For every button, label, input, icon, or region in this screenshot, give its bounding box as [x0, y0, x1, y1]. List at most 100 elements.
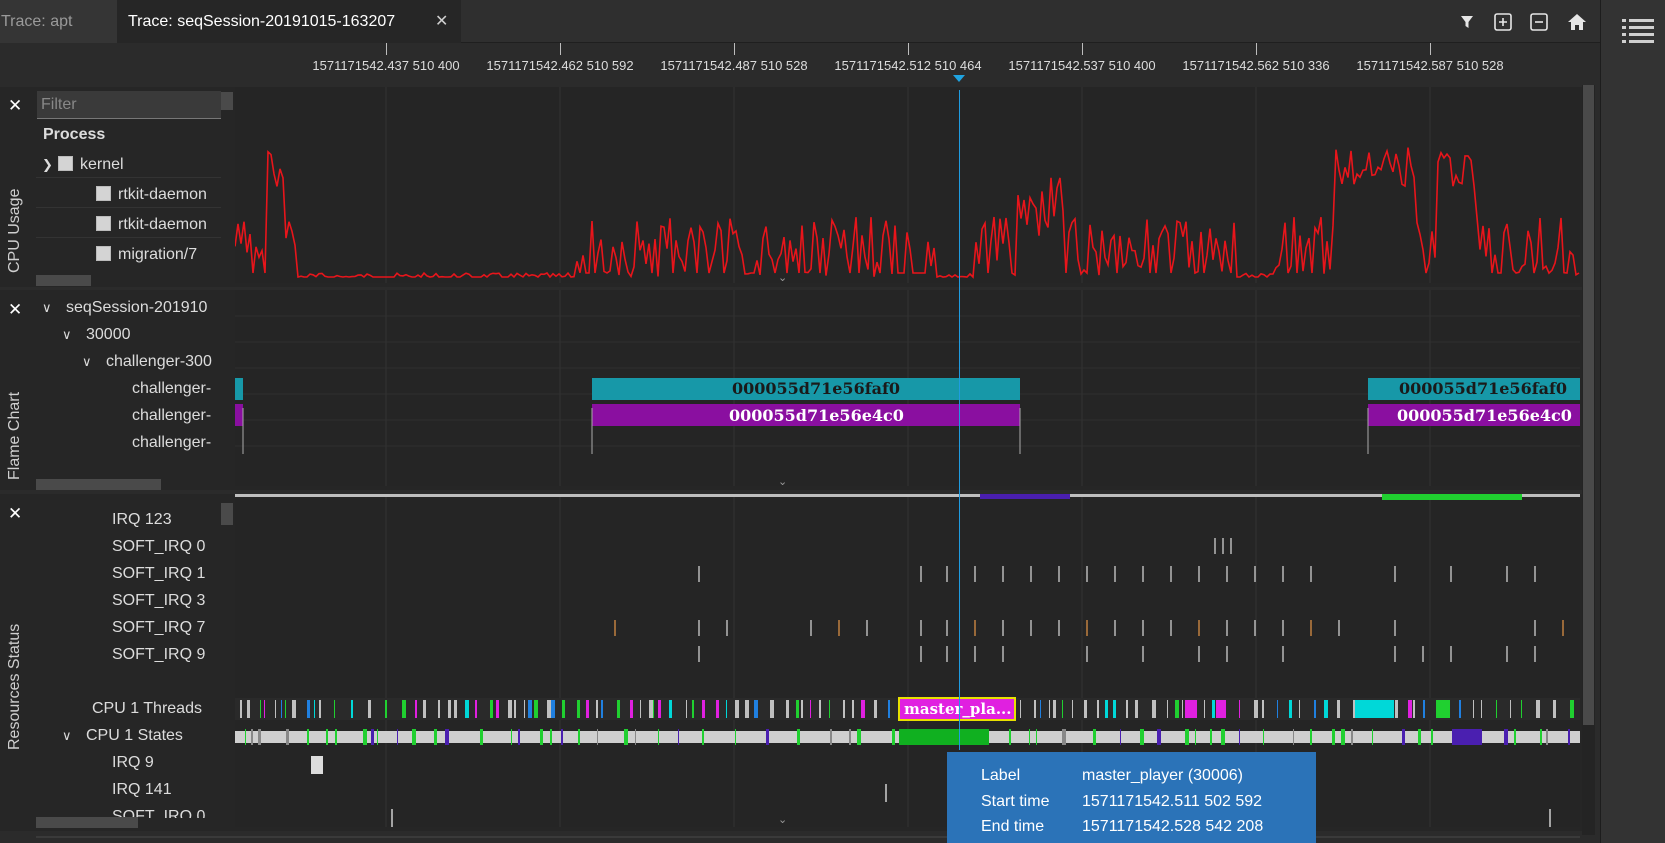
state-slice: [1239, 729, 1240, 745]
close-tab-icon[interactable]: ✕: [435, 0, 448, 43]
state-slice: [480, 729, 483, 745]
state-slice: [678, 729, 679, 745]
process-column-header[interactable]: Process: [36, 121, 221, 148]
thread-slice: [617, 700, 620, 718]
tree-horizontal-scrollbar[interactable]: [36, 817, 138, 828]
filter-icon[interactable]: [1456, 11, 1478, 33]
thread-slice: [1262, 700, 1264, 718]
tree-row-challenger-thread[interactable]: challenger-: [36, 375, 221, 402]
tree-row-session[interactable]: ∨ seqSession-201910: [36, 294, 221, 321]
tree-row-migration[interactable]: migration/7: [36, 241, 221, 268]
thread-slice: [1254, 700, 1258, 718]
tab-trace-seqsession[interactable]: Trace: seqSession-20191015-163207 ✕: [117, 0, 461, 43]
state-slice: [849, 729, 851, 745]
tree-row-kernel[interactable]: ❯ kernel: [36, 151, 221, 178]
state-slice: [658, 729, 659, 745]
thread-slice: [686, 700, 687, 718]
thread-slice: [551, 700, 555, 718]
tree-row-cpu-threads[interactable]: CPU 1 Threads: [36, 695, 221, 722]
time-cursor-line[interactable]: [959, 90, 960, 750]
thread-slice: [514, 700, 516, 718]
tree-row-rtkit-daemon[interactable]: rtkit-daemon: [36, 211, 221, 238]
chevron-down-icon[interactable]: ⌄: [778, 475, 787, 488]
state-slice: [1504, 729, 1508, 745]
tree-row-challenger[interactable]: ∨ challenger-300: [36, 348, 221, 375]
tree-row-soft-irq[interactable]: SOFT_IRQ 7: [36, 614, 221, 641]
state-slice: [1351, 729, 1353, 745]
checkbox[interactable]: [58, 156, 73, 171]
thread-slice: [448, 700, 451, 718]
vertical-scrollbar[interactable]: [1582, 85, 1595, 835]
filter-input[interactable]: [37, 91, 221, 119]
thread-slice: [415, 700, 417, 718]
tree-row-cpu-states[interactable]: ∨ CPU 1 States: [36, 722, 221, 749]
scrollbar-thumb[interactable]: [1583, 85, 1594, 725]
close-panel-icon[interactable]: ✕: [8, 300, 22, 320]
thread-slice: [247, 700, 250, 718]
tree-row-irq[interactable]: IRQ 123: [36, 506, 221, 533]
tree-horizontal-scrollbar[interactable]: [36, 275, 91, 286]
time-axis[interactable]: 1571171542.437 510 400 1571171542.462 51…: [235, 43, 1580, 87]
state-slice: [258, 729, 261, 745]
thread-slice: [1084, 700, 1087, 718]
checkbox[interactable]: [96, 216, 111, 231]
thread-slice: [726, 700, 727, 718]
thread-slice: [852, 700, 854, 718]
thread-slice: [861, 700, 865, 718]
home-icon[interactable]: [1566, 11, 1588, 33]
state-slice: [412, 729, 416, 745]
close-panel-icon[interactable]: ✕: [8, 504, 22, 524]
tree-scrollbar-thumb[interactable]: [221, 92, 233, 110]
flame-chart-graph[interactable]: 000055d71e56faf0 000055d71e56e4c0 000055…: [235, 290, 1580, 486]
thread-slice: [1113, 700, 1116, 718]
axis-tick-label: 1571171542.462 510 592: [486, 58, 634, 73]
thread-slice: [1382, 700, 1394, 718]
tree-row-soft-irq[interactable]: SOFT_IRQ 1: [36, 560, 221, 587]
tree-row-soft-irq[interactable]: SOFT_IRQ 0: [36, 803, 221, 818]
cpu-usage-graph[interactable]: [235, 87, 1580, 283]
chevron-down-icon[interactable]: ∨: [38, 294, 66, 321]
tree-row-soft-irq[interactable]: SOFT_IRQ 9: [36, 641, 221, 668]
thread-slice: [475, 700, 477, 718]
thread-slice: [1182, 700, 1183, 718]
chevron-down-icon[interactable]: ∨: [78, 348, 106, 375]
zoom-in-icon[interactable]: [1492, 11, 1514, 33]
tree-row-30000[interactable]: ∨ 30000: [36, 321, 221, 348]
state-slice: [1418, 729, 1421, 745]
zoom-out-icon[interactable]: [1528, 11, 1550, 33]
tree-row-irq[interactable]: IRQ 9: [36, 749, 221, 776]
axis-tick-label: 1571171542.537 510 400: [1008, 58, 1156, 73]
thread-slice: [843, 700, 845, 718]
tab-trace-apt[interactable]: Trace: apt: [0, 0, 117, 43]
thread-slice: [423, 700, 426, 718]
list-view-icon[interactable]: [1621, 16, 1655, 44]
close-panel-icon[interactable]: ✕: [8, 96, 22, 116]
tree-row-challenger-thread[interactable]: challenger-: [36, 402, 221, 429]
axis-tick-label: 1571171542.437 510 400: [312, 58, 460, 73]
state-slice: [1210, 729, 1212, 745]
chevron-down-icon[interactable]: ∨: [58, 722, 86, 749]
chevron-down-icon[interactable]: ⌄: [778, 271, 787, 284]
tree-row-soft-irq[interactable]: SOFT_IRQ 3: [36, 587, 221, 614]
time-cursor-marker[interactable]: [953, 75, 965, 82]
chevron-down-icon[interactable]: ⌄: [778, 813, 787, 826]
tree-scrollbar-thumb[interactable]: [221, 503, 233, 525]
thread-slice: [754, 700, 758, 718]
chevron-down-icon[interactable]: ❯: [42, 151, 58, 177]
checkbox[interactable]: [96, 186, 111, 201]
cpu-usage-tree: Process ❯ kernel rtkit-daemon rtkit-daemo…: [36, 121, 221, 271]
resources-status-graph[interactable]: master_pla...: [235, 494, 1580, 827]
irq-event: [311, 756, 323, 774]
thread-slice: [601, 700, 603, 718]
tree-row-soft-irq[interactable]: SOFT_IRQ 0: [36, 533, 221, 560]
thread-slice: [351, 700, 353, 718]
tree-horizontal-scrollbar[interactable]: [36, 479, 161, 490]
tree-row-rtkit-daemon[interactable]: rtkit-daemon: [36, 181, 221, 208]
checkbox[interactable]: [96, 246, 111, 261]
state-slice: [1157, 729, 1161, 745]
tooltip: Label master_player (30006) Start time 1…: [947, 752, 1316, 843]
thread-slice: [810, 700, 811, 718]
chevron-down-icon[interactable]: ∨: [58, 321, 86, 348]
tree-row-irq[interactable]: IRQ 141: [36, 776, 221, 803]
tree-row-challenger-thread[interactable]: challenger-: [36, 429, 221, 456]
